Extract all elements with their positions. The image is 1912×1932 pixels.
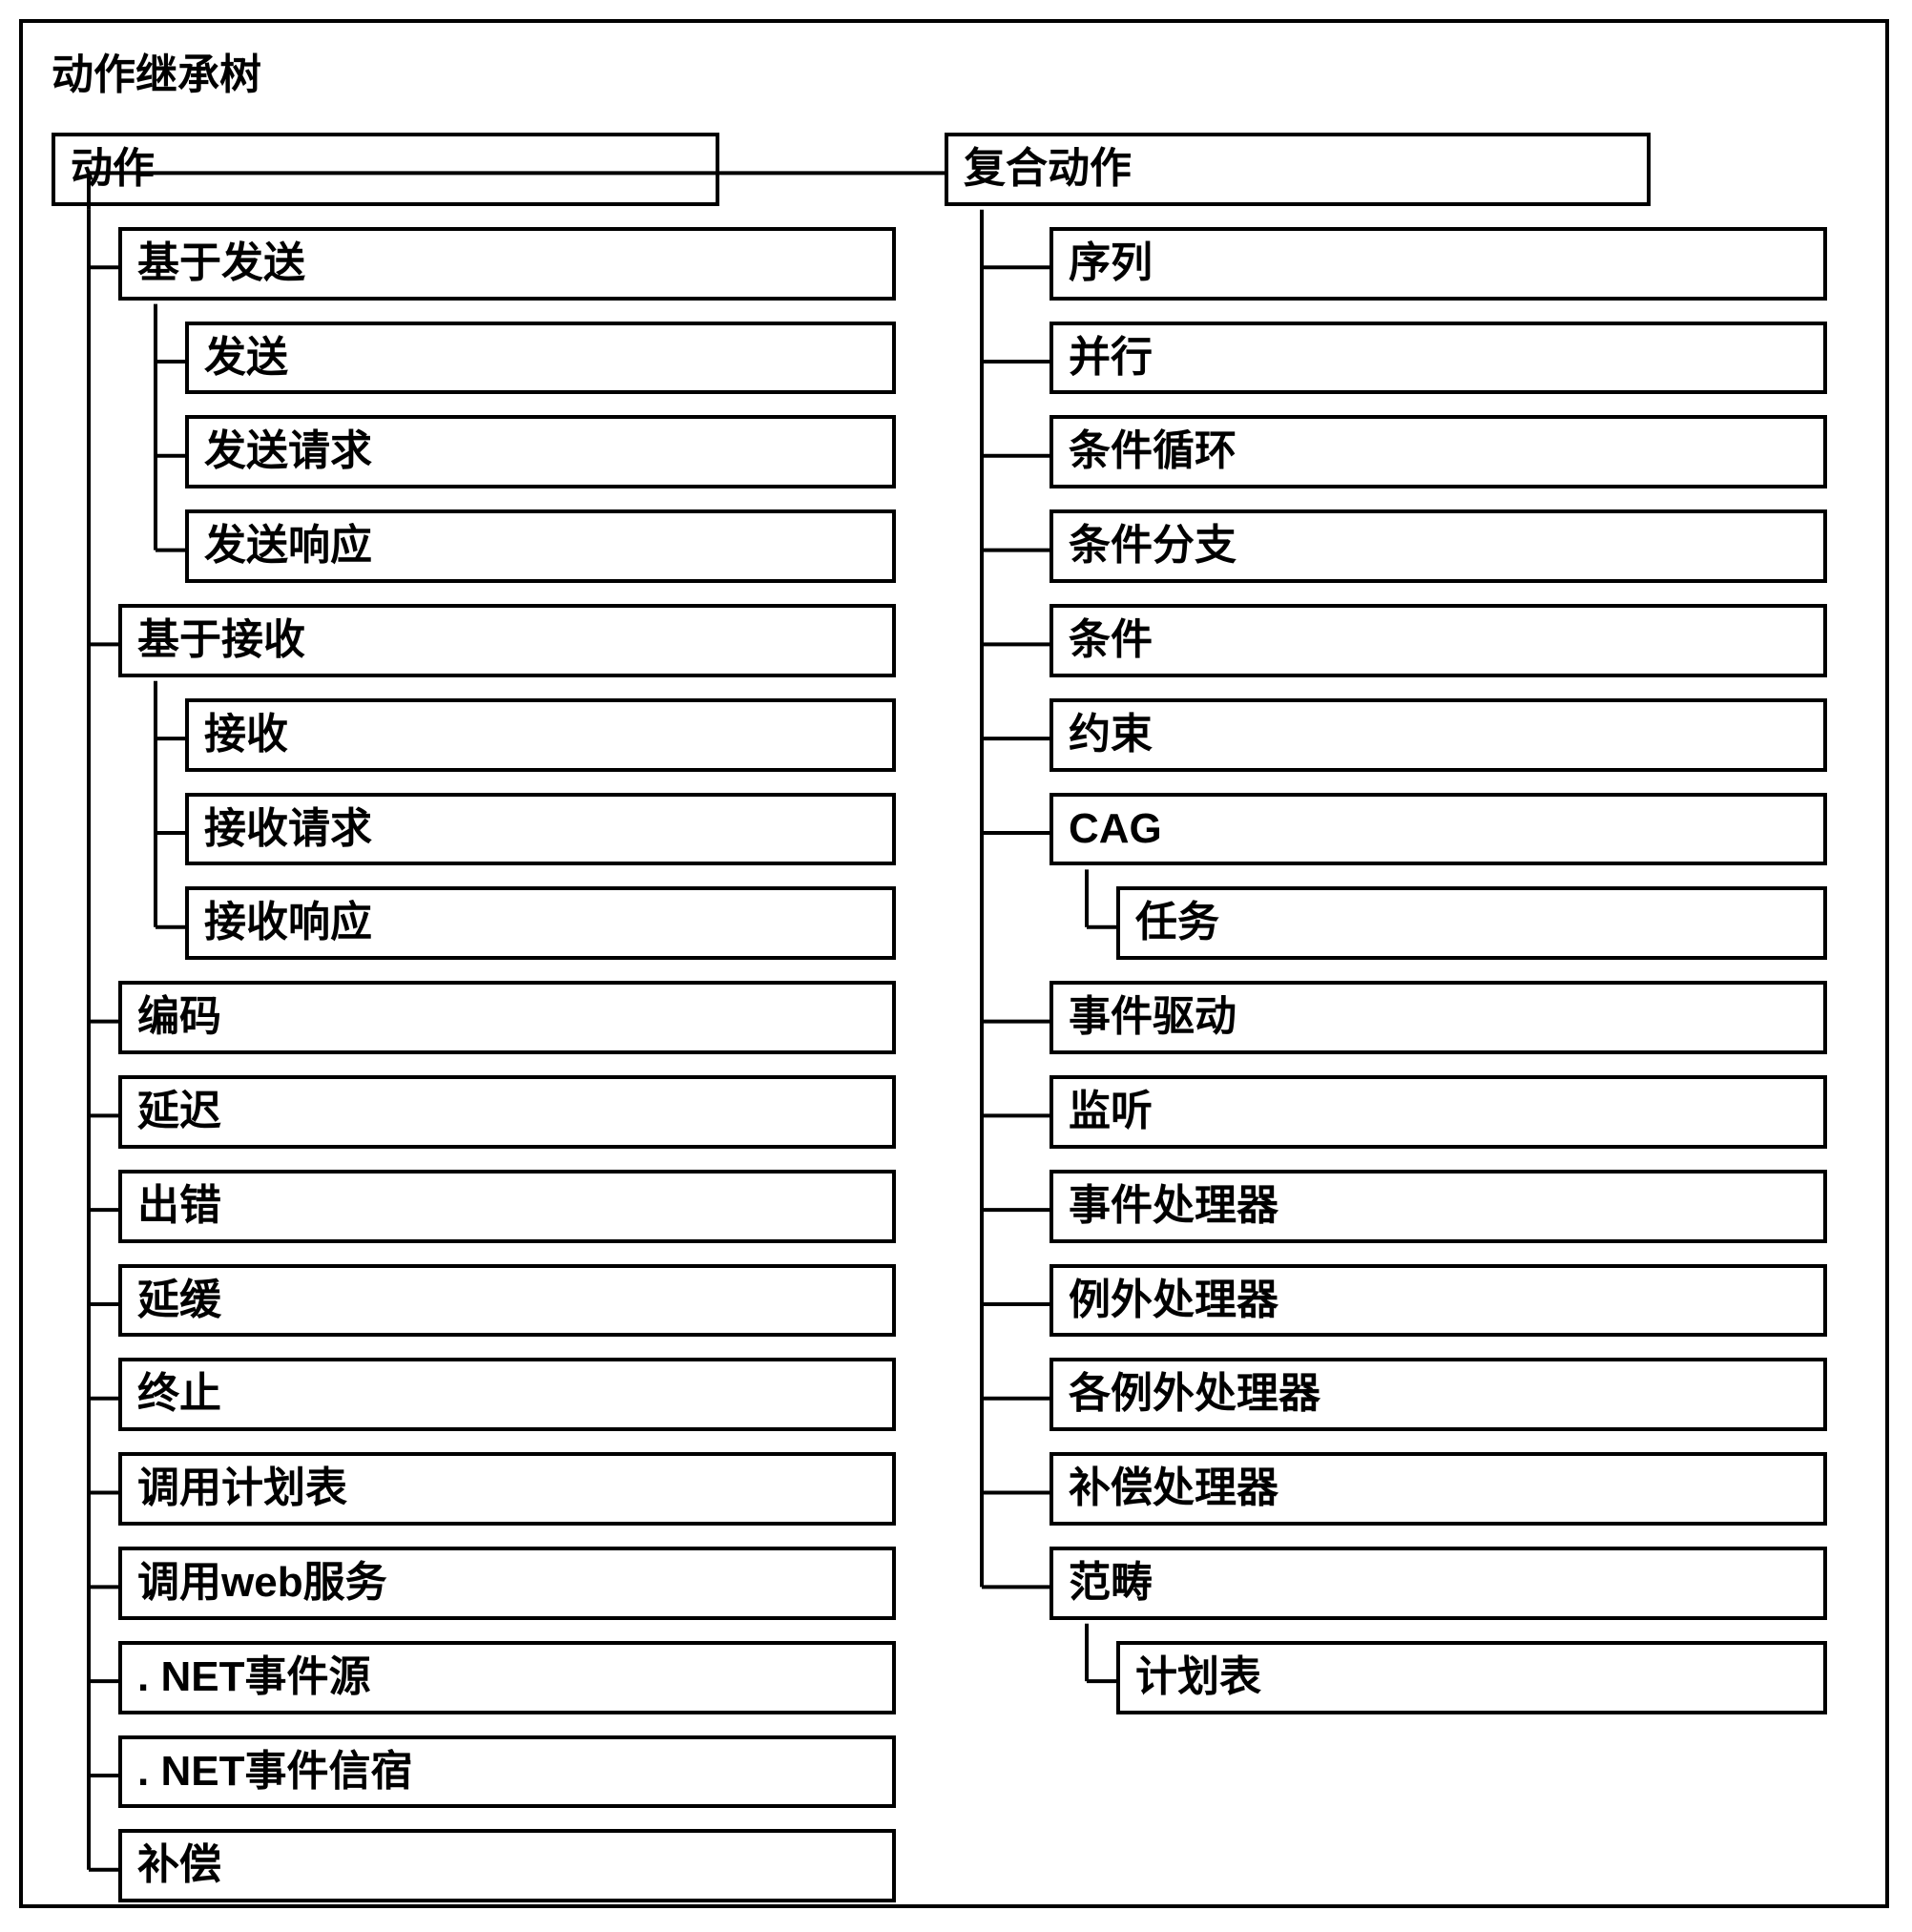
tree-node-row: 计划表	[983, 1641, 1857, 1714]
tree-node: 例外处理器	[1050, 1264, 1827, 1338]
tree-node: 范畴	[1050, 1547, 1827, 1620]
tree-node: 补偿	[118, 1829, 896, 1902]
tree-node: 条件循环	[1050, 415, 1827, 488]
tree-node: 补偿处理器	[1050, 1452, 1827, 1526]
tree-node-row: 任务	[983, 886, 1857, 960]
tree-node-row: 基于发送	[52, 227, 925, 301]
tree-node: 监听	[1050, 1075, 1827, 1149]
tree-node-row: 发送请求	[52, 415, 925, 488]
tree-node: 事件处理器	[1050, 1170, 1827, 1243]
left-root-row: 动作	[52, 133, 925, 206]
tree-node: 发送请求	[185, 415, 896, 488]
right-root-row: 复合动作	[945, 133, 1857, 206]
tree-node-row: 发送	[52, 322, 925, 395]
tree-node: 调用web服务	[118, 1547, 896, 1620]
tree-node: 任务	[1116, 886, 1827, 960]
tree-node: 终止	[118, 1358, 896, 1431]
tree-node: CAG	[1050, 793, 1827, 866]
tree-node: 延迟	[118, 1075, 896, 1149]
tree-node-row: 例外处理器	[983, 1264, 1857, 1338]
tree-node: 约束	[1050, 698, 1827, 772]
tree-node-row: 终止	[52, 1358, 925, 1431]
tree-node-row: 接收	[52, 698, 925, 772]
tree-node: 计划表	[1116, 1641, 1827, 1714]
tree-node: 基于接收	[118, 604, 896, 677]
tree-node: 出错	[118, 1170, 896, 1243]
tree-node-row: CAG	[983, 793, 1857, 866]
tree-node-row: 事件处理器	[983, 1170, 1857, 1243]
diagram-title: 动作继承树	[52, 40, 261, 101]
right-column: 复合动作 序列并行条件循环条件分支条件约束CAG任务事件驱动监听事件处理器例外处…	[983, 133, 1857, 1714]
tree-node: 接收	[185, 698, 896, 772]
tree-node-row: 基于接收	[52, 604, 925, 677]
tree-node-row: . NET事件信宿	[52, 1735, 925, 1809]
tree-node-row: 事件驱动	[983, 981, 1857, 1054]
tree-node: 事件驱动	[1050, 981, 1827, 1054]
tree-node: 基于发送	[118, 227, 896, 301]
tree-node-row: 条件	[983, 604, 1857, 677]
tree-node: 延缓	[118, 1264, 896, 1338]
tree-node: 条件分支	[1050, 509, 1827, 583]
tree-node-row: 各例外处理器	[983, 1358, 1857, 1431]
left-root-node: 动作	[52, 133, 719, 206]
tree-node-row: 补偿处理器	[983, 1452, 1857, 1526]
tree-node: 接收响应	[185, 886, 896, 960]
tree-node: 发送响应	[185, 509, 896, 583]
tree-node-row: 延缓	[52, 1264, 925, 1338]
tree-node-row: 范畴	[983, 1547, 1857, 1620]
tree-node: 条件	[1050, 604, 1827, 677]
left-children: 基于发送发送发送请求发送响应基于接收接收接收请求接收响应编码延迟出错延缓终止调用…	[52, 227, 925, 1902]
tree-node-row: 接收请求	[52, 793, 925, 866]
diagram-columns: 动作 基于发送发送发送请求发送响应基于接收接收接收请求接收响应编码延迟出错延缓终…	[52, 133, 1857, 1902]
tree-node: 并行	[1050, 322, 1827, 395]
tree-node-row: 补偿	[52, 1829, 925, 1902]
tree-node: 发送	[185, 322, 896, 395]
tree-node: 调用计划表	[118, 1452, 896, 1526]
tree-node: 序列	[1050, 227, 1827, 301]
tree-node-row: 条件循环	[983, 415, 1857, 488]
tree-node-row: 调用计划表	[52, 1452, 925, 1526]
tree-node-row: 发送响应	[52, 509, 925, 583]
tree-node-row: 延迟	[52, 1075, 925, 1149]
left-column: 动作 基于发送发送发送请求发送响应基于接收接收接收请求接收响应编码延迟出错延缓终…	[52, 133, 925, 1902]
tree-node-row: 调用web服务	[52, 1547, 925, 1620]
tree-node-row: . NET事件源	[52, 1641, 925, 1714]
tree-node-row: 编码	[52, 981, 925, 1054]
tree-node-row: 出错	[52, 1170, 925, 1243]
tree-node-row: 条件分支	[983, 509, 1857, 583]
tree-node: . NET事件源	[118, 1641, 896, 1714]
tree-node: 编码	[118, 981, 896, 1054]
right-children: 序列并行条件循环条件分支条件约束 CAG 任务事件驱动监听事件处理器例外处理器各例外…	[983, 227, 1857, 1714]
tree-node-row: 接收响应	[52, 886, 925, 960]
tree-node: 各例外处理器	[1050, 1358, 1827, 1431]
tree-node-row: 并行	[983, 322, 1857, 395]
tree-node: . NET事件信宿	[118, 1735, 896, 1809]
right-root-node: 复合动作	[945, 133, 1651, 206]
tree-node: 接收请求	[185, 793, 896, 866]
tree-node-row: 监听	[983, 1075, 1857, 1149]
tree-node-row: 约束	[983, 698, 1857, 772]
diagram-container: 动作继承树 动作 基于发送发送发送请求发送响应基于接收接收接收请求接收响应编码延…	[19, 19, 1889, 1908]
tree-node-row: 序列	[983, 227, 1857, 301]
